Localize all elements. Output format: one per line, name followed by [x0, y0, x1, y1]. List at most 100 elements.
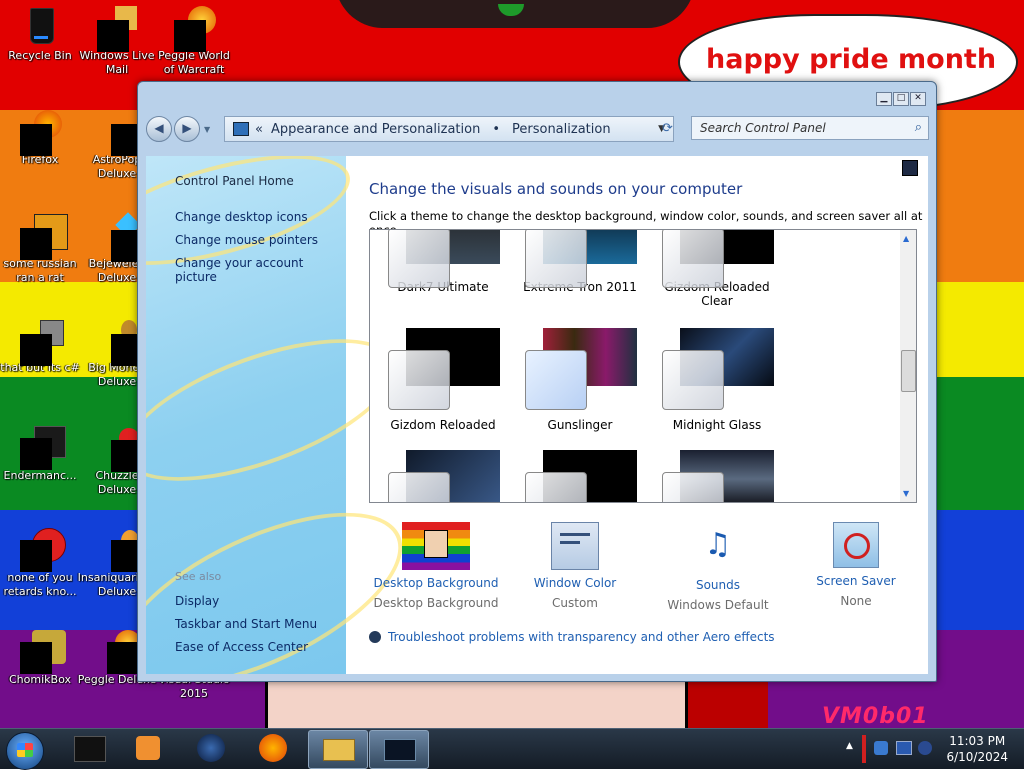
taskbar-pin-computer[interactable]	[60, 730, 118, 767]
breadcrumb-separator: •	[492, 121, 500, 137]
search-icon[interactable]: ⌕	[915, 120, 922, 135]
change-mouse-pointers-link[interactable]: Change mouse pointers	[175, 233, 318, 247]
window-color-option[interactable]: Window Color Custom	[510, 522, 640, 610]
desktop-icon-peggle-wow[interactable]: Peggle World of Warcraft	[154, 6, 234, 77]
recycle-bin-icon	[20, 6, 60, 46]
forward-arrow-icon: ▶	[182, 121, 192, 135]
tray-volume-icon[interactable]	[918, 741, 932, 755]
tray-app-icon[interactable]	[862, 735, 866, 763]
search-input[interactable]: Search Control Panel ⌕	[691, 116, 929, 140]
ease-of-access-link[interactable]: Ease of Access Center	[175, 640, 308, 654]
screen-saver-value: None	[840, 594, 872, 608]
theme-list-scrollbar[interactable]: ▲ ▼	[900, 230, 916, 502]
change-account-picture-link[interactable]: Change your account picture	[175, 256, 346, 284]
desktop-icon-endermanc[interactable]: Endermanc...	[0, 426, 80, 483]
theme-item[interactable]: Midnight Glass	[652, 322, 782, 432]
theme-thumbnail	[515, 444, 645, 502]
window-controls: ▁ □ ✕	[876, 92, 926, 106]
theme-list[interactable]: Dark7 Ultimate Extreme Tron 2011 Gizdom …	[369, 229, 917, 503]
back-button[interactable]: ◀	[146, 116, 172, 142]
theme-item[interactable]: Gunslinger	[515, 322, 645, 432]
theme-item[interactable]: Gizdom Reloaded Clear	[652, 230, 782, 308]
theme-thumbnail	[652, 230, 782, 288]
screen-saver-option[interactable]: Screen Saver None	[791, 522, 921, 608]
display-link[interactable]: Display	[175, 594, 219, 608]
troubleshoot-text[interactable]: Troubleshoot problems with transparency …	[388, 630, 775, 644]
desktop-background-option[interactable]: Desktop Background Desktop Background	[371, 522, 501, 610]
breadcrumb-overflow[interactable]: «	[255, 122, 263, 137]
change-desktop-icons-link[interactable]: Change desktop icons	[175, 210, 308, 224]
taskbar-clock[interactable]: 11:03 PM 6/10/2024	[946, 733, 1008, 765]
troubleshoot-link[interactable]: Troubleshoot problems with transparency …	[369, 630, 775, 644]
desktop-icon-label: ChomikBox	[9, 673, 71, 686]
scroll-up-icon[interactable]: ▲	[903, 234, 909, 243]
explorer-icon	[323, 739, 355, 761]
close-button[interactable]: ✕	[910, 92, 926, 106]
taskbar-pin-browser[interactable]	[183, 730, 241, 767]
taskbar-start-menu-link[interactable]: Taskbar and Start Menu	[175, 617, 317, 631]
clock-date: 6/10/2024	[946, 750, 1008, 764]
breadcrumb-personalization[interactable]: Personalization	[512, 122, 611, 137]
maximize-button[interactable]: □	[893, 92, 909, 106]
computer-icon	[74, 736, 106, 762]
desktop-icon-recycle-bin[interactable]: Recycle Bin	[0, 6, 80, 63]
taskbar: ▲ 11:03 PM 6/10/2024	[0, 728, 1024, 770]
chuzzle-icon	[97, 426, 143, 472]
theme-thumbnail	[652, 322, 782, 410]
theme-item[interactable]: Gizdom Reloaded	[378, 322, 508, 432]
browser-icon	[197, 734, 225, 762]
scroll-down-icon[interactable]: ▼	[903, 489, 909, 498]
forward-button[interactable]: ▶	[174, 116, 200, 142]
windows-logo-icon	[17, 743, 33, 757]
desktop-icon-some-russian[interactable]: some russian ran a rat	[0, 214, 80, 285]
taskbar-pin-firefox[interactable]	[245, 730, 303, 767]
tray-network-icon[interactable]	[874, 741, 888, 755]
theme-item[interactable]	[652, 444, 782, 502]
page-title: Change the visuals and sounds on your co…	[369, 180, 743, 198]
theme-item[interactable]	[378, 444, 508, 502]
desktop-icon-firefox[interactable]: Firefox	[0, 110, 80, 167]
desktop-icon-label: AstroPop Deluxe	[92, 153, 142, 180]
wallpaper-figure	[265, 680, 691, 730]
sounds-label[interactable]: Sounds	[653, 578, 783, 592]
help-icon[interactable]	[902, 160, 918, 176]
theme-name: Gizdom Reloaded	[390, 418, 496, 432]
minimize-button[interactable]: ▁	[876, 92, 892, 106]
address-bar[interactable]: « Appearance and Personalization • Perso…	[224, 116, 674, 142]
control-panel-taskbar-icon	[384, 739, 416, 761]
desktop-icon-chomikbox[interactable]: ChomikBox	[0, 630, 80, 687]
taskbar-control-panel-window[interactable]	[369, 730, 429, 769]
desktop-background-label[interactable]: Desktop Background	[371, 576, 501, 590]
breadcrumb-appearance[interactable]: Appearance and Personalization	[271, 122, 480, 137]
desktop-icon-windows-live-mail[interactable]: Windows Live Mail	[77, 6, 157, 77]
taskbar-pin-media-player[interactable]	[120, 730, 178, 767]
window-color-label[interactable]: Window Color	[510, 576, 640, 590]
theme-thumbnail	[652, 444, 782, 502]
start-button[interactable]	[6, 732, 44, 770]
theme-item[interactable]: Dark7 Ultimate	[378, 230, 508, 294]
desktop-background-value: Desktop Background	[373, 596, 499, 610]
sounds-option[interactable]: ♫ Sounds Windows Default	[653, 522, 783, 612]
theme-thumbnail	[378, 444, 508, 502]
tray-monitor-icon[interactable]	[896, 741, 912, 755]
desktop-icon-label: some russian ran a rat	[3, 257, 77, 284]
refresh-icon[interactable]: ⟳	[662, 121, 673, 136]
tray-expand-icon[interactable]: ▲	[846, 741, 853, 751]
theme-item[interactable]	[515, 444, 645, 502]
taskbar-explorer-window[interactable]	[308, 730, 368, 769]
screen-saver-label[interactable]: Screen Saver	[791, 574, 921, 588]
control-panel-icon	[233, 122, 249, 136]
sounds-value: Windows Default	[667, 598, 769, 612]
theme-thumbnail	[378, 230, 508, 288]
screen-saver-icon	[833, 522, 879, 568]
personalization-window[interactable]: ▁ □ ✕ ◀ ▶ ▼ « Appearance and Personaliza…	[137, 81, 937, 682]
desktop-icon-that-but-its-c[interactable]: that but its c#	[0, 318, 80, 375]
desktop-icon-none-of-you[interactable]: none of you retards kno...	[0, 528, 80, 599]
troubleshoot-icon	[369, 631, 381, 643]
left-navigation-pane: Control Panel Home Change desktop icons …	[146, 156, 427, 674]
scrollbar-thumb[interactable]	[901, 350, 916, 392]
control-panel-home-link[interactable]: Control Panel Home	[175, 174, 294, 188]
theme-item[interactable]: Extreme Tron 2011	[515, 230, 645, 294]
theme-thumbnail	[515, 322, 645, 410]
history-dropdown-icon[interactable]: ▼	[204, 125, 210, 134]
